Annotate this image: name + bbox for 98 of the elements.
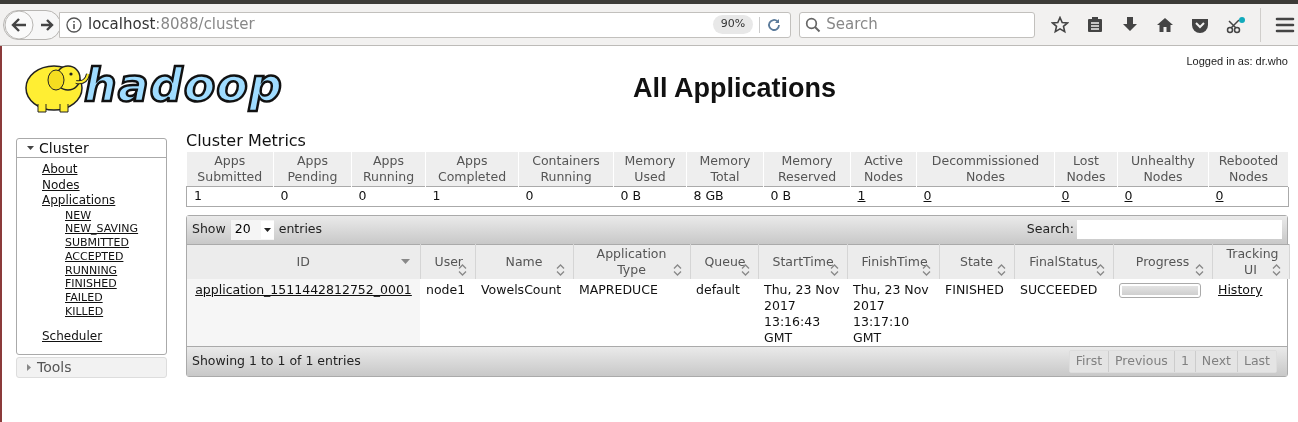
sidebar-header[interactable]: Cluster <box>17 139 166 158</box>
column-header: Memory Reserved <box>763 152 851 187</box>
table-cell: default <box>690 279 758 347</box>
show-label: Show <box>192 220 226 239</box>
table-cell: 0 <box>351 186 426 207</box>
table-link[interactable]: 0 <box>1124 188 1133 203</box>
table-link[interactable]: History <box>1218 282 1263 298</box>
column-header: Decommissioned Nodes <box>916 152 1055 187</box>
page-size-select[interactable]: 20 <box>230 219 274 240</box>
table-cell: SUCCEEDED <box>1014 279 1113 347</box>
url-host: localhost <box>88 15 156 34</box>
sort-icon[interactable] <box>672 264 682 277</box>
address-bar[interactable]: localhost:8088/cluster 90% <box>59 11 792 38</box>
column-header[interactable]: FinishTime <box>847 244 939 280</box>
table-cell: FINISHED <box>939 279 1014 347</box>
star-icon[interactable] <box>1051 15 1069 34</box>
table-cell: 0 <box>273 186 352 207</box>
sort-descending-icon[interactable] <box>400 258 410 265</box>
caret-down-icon[interactable] <box>27 145 34 151</box>
table-link[interactable]: 0 <box>1061 188 1070 203</box>
search-field[interactable]: Search <box>799 11 1035 38</box>
caret-icon[interactable] <box>260 220 274 239</box>
column-header: Apps Pending <box>273 152 352 187</box>
sidebar-link[interactable]: FAILED <box>65 291 103 305</box>
column-header[interactable]: Progress <box>1113 244 1212 280</box>
table-cell: 0 B <box>613 186 687 207</box>
sort-icon[interactable] <box>996 264 1006 277</box>
sidebar-link[interactable]: Nodes <box>42 177 80 192</box>
reload-icon[interactable] <box>766 16 783 33</box>
column-header: Lost Nodes <box>1054 152 1118 187</box>
page-title: All Applications <box>633 72 836 105</box>
sort-icon[interactable] <box>829 264 839 277</box>
url-path: :8088/cluster <box>155 15 255 34</box>
table-link[interactable]: 1 <box>857 188 866 203</box>
entries-info: Showing 1 to 1 of 1 entries <box>192 352 361 371</box>
column-header: Apps Completed <box>425 152 519 187</box>
column-header[interactable]: FinalStatus <box>1014 244 1113 280</box>
menu-icon[interactable] <box>1275 15 1295 34</box>
caret-right-icon[interactable] <box>27 364 32 372</box>
home-icon[interactable] <box>1156 15 1174 34</box>
column-header: Memory Total <box>686 152 764 187</box>
column-header: Rebooted Nodes <box>1208 152 1289 187</box>
sidebar-link[interactable]: RUNNING <box>65 263 118 277</box>
sidebar-link[interactable]: SUBMITTED <box>65 236 129 250</box>
search-input[interactable]: Search <box>826 13 1027 36</box>
column-header[interactable]: StartTime <box>758 244 847 280</box>
search-label: Search: <box>1026 220 1074 239</box>
column-header: Apps Submitted <box>186 152 274 187</box>
column-header: Unhealthy Nodes <box>1117 152 1209 187</box>
sort-icon[interactable] <box>457 264 467 277</box>
search-icon[interactable] <box>805 16 822 33</box>
reading-list-icon[interactable] <box>1086 15 1104 34</box>
column-header: Apps Running <box>351 152 426 187</box>
table-cell: VowelsCount <box>475 279 573 347</box>
table-cell: MAPREDUCE <box>573 279 690 347</box>
sidebar-link[interactable]: About <box>42 162 78 176</box>
sidebar-link[interactable]: KILLED <box>65 305 104 319</box>
sort-icon[interactable] <box>921 264 931 277</box>
scissors-icon[interactable] <box>1226 15 1246 34</box>
table-cell: 0 B <box>763 186 851 207</box>
table-cell: 1 <box>425 186 519 207</box>
sidebar-link[interactable]: NEW <box>65 208 92 222</box>
zoom-level[interactable]: 90% <box>712 15 754 34</box>
back-icon[interactable] <box>4 9 34 40</box>
column-header[interactable]: Name <box>475 244 573 280</box>
sidebar-header[interactable]: Tools <box>17 358 166 378</box>
table-cell: Thu, 23 Nov 2017 13:17:10 GMT <box>847 279 939 347</box>
column-header[interactable]: State <box>939 244 1014 280</box>
table-cell: Thu, 23 Nov 2017 13:16:43 GMT <box>758 279 847 347</box>
download-icon[interactable] <box>1121 15 1139 34</box>
column-header[interactable]: Queue <box>690 244 758 280</box>
sort-icon[interactable] <box>555 264 565 277</box>
login-status: Logged in as: dr.who <box>1186 54 1288 69</box>
sort-icon[interactable] <box>1095 264 1105 277</box>
table-search-field[interactable] <box>1077 220 1282 240</box>
sidebar-link[interactable]: Scheduler <box>42 328 103 343</box>
column-header: Memory Used <box>613 152 687 187</box>
column-header: Containers Running <box>518 152 614 187</box>
sort-icon[interactable] <box>1271 264 1281 277</box>
hadoop-logo: hadoop <box>16 54 283 116</box>
sidebar-link[interactable]: NEW_SAVING <box>65 222 139 236</box>
table-cell: 0 <box>518 186 614 207</box>
sidebar-link[interactable]: FINISHED <box>65 277 117 291</box>
column-header[interactable]: Tracking UI <box>1212 244 1289 280</box>
info-icon[interactable] <box>66 16 82 33</box>
entries-label: entries <box>278 220 323 239</box>
table-cell: 8 GB <box>686 186 764 207</box>
column-header: Active Nodes <box>850 152 917 187</box>
table-cell: 1 <box>186 186 274 207</box>
sidebar-link[interactable]: ACCEPTED <box>65 249 124 263</box>
sidebar-link[interactable]: Applications <box>42 193 116 207</box>
table-cell: node1 <box>420 279 475 347</box>
column-header[interactable]: User <box>420 244 475 280</box>
table-link[interactable]: 0 <box>1215 188 1224 203</box>
sort-icon[interactable] <box>1194 264 1204 277</box>
section-title: Cluster Metrics <box>186 130 307 152</box>
table-link[interactable]: 0 <box>923 188 932 203</box>
column-header[interactable]: Application Type <box>573 244 690 280</box>
